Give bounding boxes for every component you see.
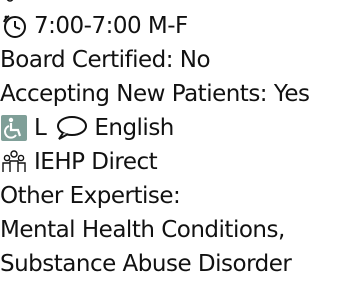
clock-icon (0, 12, 28, 40)
wheelchair-icon (0, 114, 28, 142)
language-text: English (94, 115, 174, 141)
other-expertise-label: Other Expertise: (0, 183, 181, 209)
hours-text: 7:00-7:00 M-F (34, 13, 188, 39)
expertise-text-1: Mental Health Conditions, (0, 217, 285, 243)
other-expertise-label-row: Other Expertise: (0, 180, 181, 212)
network-row: IEHP Direct (0, 146, 158, 178)
hours-row: 7:00-7:00 M-F (0, 10, 188, 42)
group-icon (0, 148, 28, 176)
expertise-text-2: Substance Abuse Disorder (0, 251, 292, 277)
accessibility-language-row: L English (0, 112, 174, 144)
accessibility-code: L (34, 115, 47, 141)
board-certified-text: Board Certified: No (0, 47, 211, 73)
accepting-new-patients-text: Accepting New Patients: Yes (0, 81, 310, 107)
speech-bubble-icon (54, 114, 88, 142)
provider-details: 7:00-7:00 M-F Board Certified: No Accept… (0, 0, 353, 288)
accepting-new-patients-row: Accepting New Patients: Yes (0, 78, 310, 110)
board-certified-row: Board Certified: No (0, 44, 211, 76)
cut-icon (6, 0, 14, 2)
network-text: IEHP Direct (34, 149, 158, 175)
top-cut-row (0, 0, 40, 6)
expertise-line-2: Substance Abuse Disorder (0, 248, 292, 280)
expertise-line-1: Mental Health Conditions, (0, 214, 285, 246)
